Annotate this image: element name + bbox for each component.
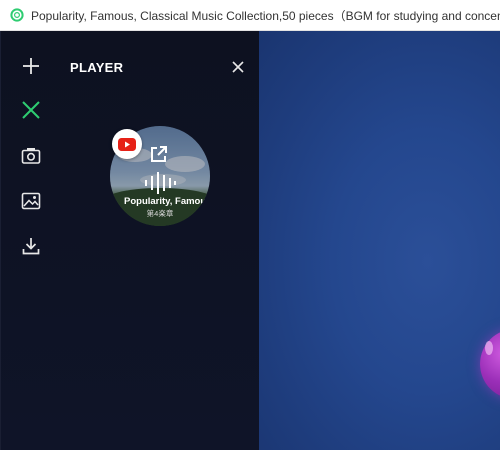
track-title: Popularity, Famous — [124, 196, 210, 207]
screenshot-button[interactable] — [18, 143, 44, 169]
close-panel-button[interactable] — [229, 58, 247, 76]
track-subtitle: 第4楽章 — [146, 209, 174, 218]
title-bar: Popularity, Famous, Classical Music Coll… — [0, 0, 500, 31]
download-icon — [22, 238, 40, 255]
image-icon — [21, 192, 41, 210]
x-cross-icon — [22, 101, 40, 119]
player-sidebar: PLAYER Popularity, Famous 第4楽章 — [0, 31, 259, 450]
player-tab-button[interactable] — [18, 97, 44, 123]
app-icon — [10, 8, 24, 22]
panel-title: PLAYER — [70, 60, 124, 75]
download-button[interactable] — [18, 233, 44, 259]
close-icon — [232, 61, 244, 73]
main-content-area — [259, 31, 500, 450]
purple-bubble-decoration — [480, 329, 500, 399]
app-window: Popularity, Famous, Classical Music Coll… — [0, 0, 500, 450]
gallery-button[interactable] — [18, 188, 44, 214]
window-title: Popularity, Famous, Classical Music Coll… — [31, 8, 500, 23]
youtube-icon — [118, 137, 136, 151]
external-link-icon[interactable] — [150, 145, 168, 163]
bubble-highlight — [485, 341, 493, 355]
youtube-source-badge[interactable] — [112, 129, 142, 159]
audio-waveform-icon — [145, 172, 176, 194]
add-button[interactable] — [18, 53, 44, 79]
camera-icon — [21, 148, 41, 164]
plus-icon — [23, 58, 39, 74]
player-card: Popularity, Famous 第4楽章 — [110, 126, 210, 226]
